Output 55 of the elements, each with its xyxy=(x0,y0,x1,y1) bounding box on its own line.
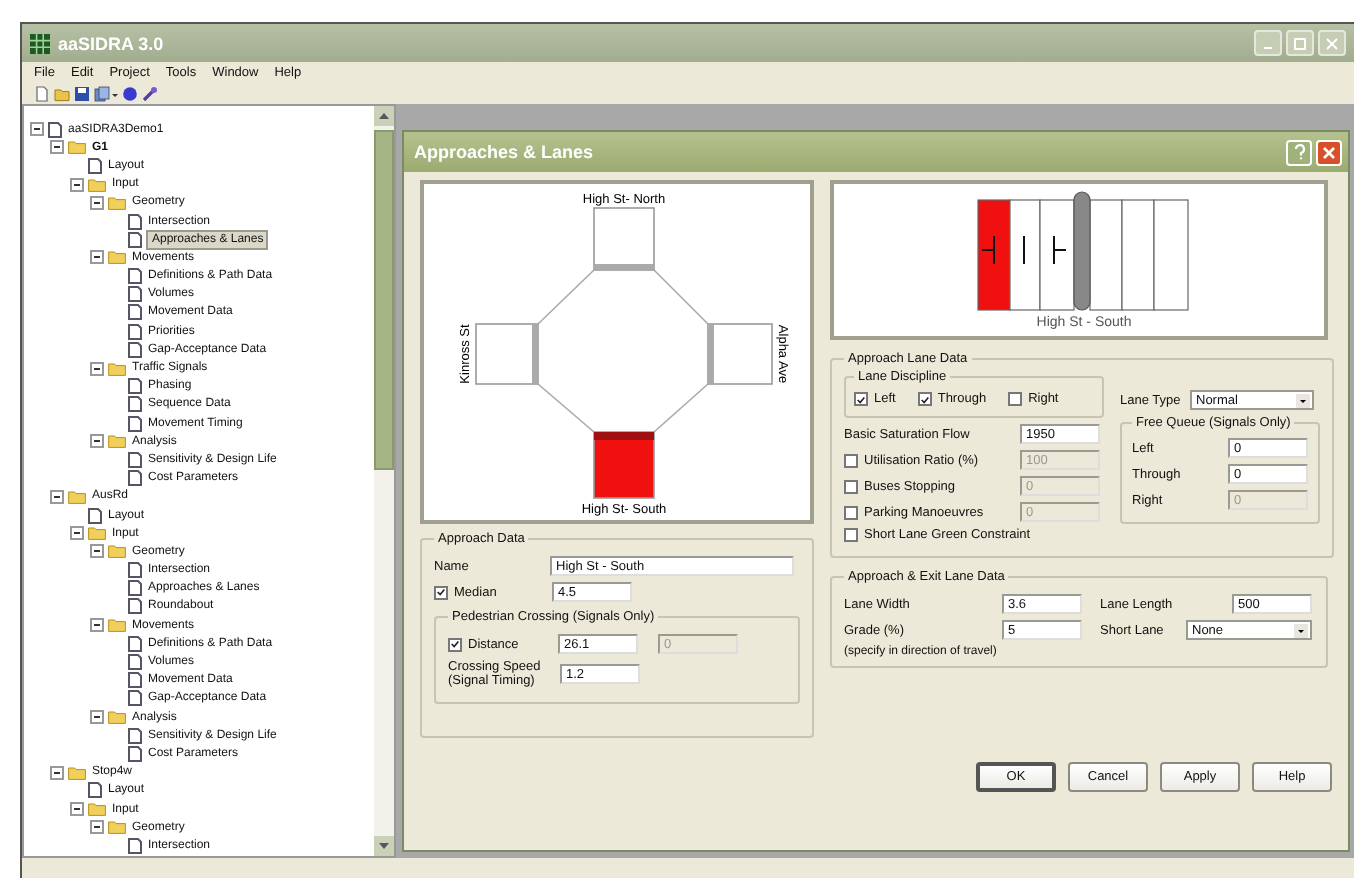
check-icon xyxy=(919,393,930,405)
scroll-thumb[interactable] xyxy=(374,130,394,470)
checkbox[interactable] xyxy=(448,637,462,651)
expander-icon[interactable] xyxy=(30,122,44,137)
expander-icon[interactable] xyxy=(50,765,64,780)
expander-icon[interactable] xyxy=(90,195,104,210)
folder-icon xyxy=(108,250,126,265)
folder-icon xyxy=(108,710,126,725)
expander-icon[interactable] xyxy=(70,177,84,192)
expander-icon[interactable] xyxy=(90,618,104,633)
check-icon xyxy=(450,638,460,650)
window-title: aaSIDRA 3.0 xyxy=(58,33,164,53)
help-icon xyxy=(1293,144,1305,160)
folder-icon xyxy=(108,434,126,449)
document-icon xyxy=(88,782,102,799)
approach-arm[interactable] xyxy=(593,431,655,499)
expander-icon[interactable] xyxy=(90,434,104,449)
close-icon xyxy=(1322,145,1336,159)
checkbox[interactable] xyxy=(844,528,858,542)
expander-icon[interactable] xyxy=(70,802,84,817)
folder-icon xyxy=(68,140,86,155)
document-icon xyxy=(88,507,102,524)
check-icon xyxy=(436,586,446,598)
checkbox[interactable] xyxy=(917,392,932,406)
scroll-down-icon[interactable] xyxy=(374,836,394,856)
ball-icon[interactable] xyxy=(122,85,138,101)
expander-icon[interactable] xyxy=(50,140,64,155)
document-icon xyxy=(48,121,62,138)
expander-icon[interactable] xyxy=(50,489,64,504)
scroll-up-icon[interactable] xyxy=(374,106,394,126)
checkbox[interactable] xyxy=(1008,392,1023,406)
folder-icon xyxy=(68,765,86,780)
check-icon xyxy=(856,393,866,405)
grid-icon xyxy=(30,33,50,53)
folder-icon xyxy=(68,489,86,504)
checkbox[interactable] xyxy=(434,585,448,599)
expander-icon[interactable] xyxy=(90,710,104,725)
document-icon xyxy=(88,157,102,174)
copy-icon[interactable] xyxy=(94,85,118,101)
save-icon[interactable] xyxy=(74,85,90,101)
scrollbar[interactable] xyxy=(374,106,394,856)
folder-icon xyxy=(108,618,126,633)
folder-icon xyxy=(108,361,126,376)
close-icon xyxy=(1326,37,1338,49)
expander-icon[interactable] xyxy=(90,544,104,559)
expander-icon[interactable] xyxy=(90,361,104,376)
wrench-icon[interactable] xyxy=(142,85,158,101)
checkbox[interactable] xyxy=(854,392,868,406)
dialog-title: Approaches & Lanes xyxy=(414,142,594,162)
expander-icon[interactable] xyxy=(90,250,104,265)
maximize-icon xyxy=(1294,37,1306,49)
expander-icon[interactable] xyxy=(70,526,84,541)
dropdown-arrow-icon xyxy=(1296,393,1310,407)
dropdown-arrow-icon xyxy=(1294,623,1308,637)
expander-icon[interactable] xyxy=(90,820,104,835)
